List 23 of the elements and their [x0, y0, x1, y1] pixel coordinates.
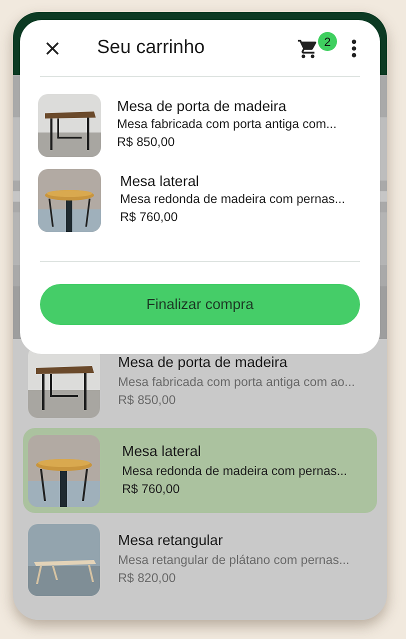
cart-icon[interactable]	[297, 38, 319, 60]
product-price: R$ 850,00	[118, 392, 177, 409]
product-description: Mesa retangular de plátano com pernas...	[118, 552, 350, 569]
product-price: R$ 760,00	[122, 481, 181, 498]
product-item[interactable]: Mesa lateral Mesa redonda de madeira com pernas... R$ 760,00	[23, 428, 377, 513]
cart-item-name: Mesa lateral	[120, 174, 200, 191]
product-description: Mesa fabricada com porta antiga com ao...	[118, 374, 355, 391]
cart-item-price: R$ 760,00	[120, 209, 179, 226]
product-description: Mesa redonda de madeira com pernas...	[122, 463, 348, 480]
product-name: Mesa de porta de madeira	[118, 354, 288, 373]
more-options-icon[interactable]	[351, 38, 357, 58]
product-name: Mesa retangular	[118, 532, 224, 551]
checkout-button[interactable]: Finalizar compra	[40, 284, 360, 325]
product-item[interactable]: Mesa retangular Mesa retangular de plátano com pernas... R$ 820,00	[23, 517, 377, 602]
close-icon[interactable]	[46, 42, 59, 54]
sheet-title: Seu carrinho	[97, 37, 206, 59]
cart-item-description: Mesa fabricada com porta antiga com...	[117, 116, 337, 132]
product-price: R$ 820,00	[118, 570, 177, 587]
cart-item-description: Mesa redonda de madeira com pernas...	[120, 191, 346, 207]
cart-item-price: R$ 850,00	[117, 134, 176, 151]
cart-count-badge: 2	[318, 32, 337, 51]
product-name: Mesa lateral	[122, 443, 202, 462]
cart-item-name: Mesa de porta de madeira	[117, 99, 288, 116]
